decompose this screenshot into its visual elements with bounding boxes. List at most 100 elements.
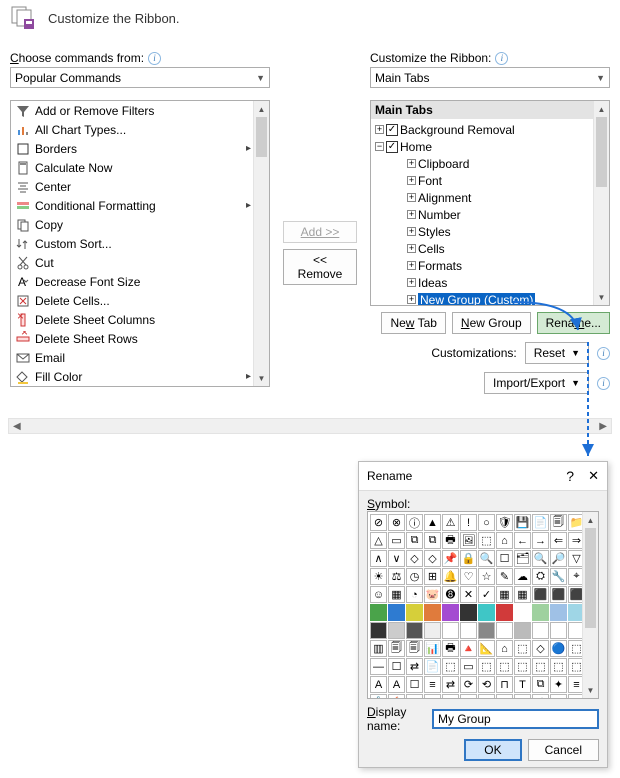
- symbol-cell[interactable]: 🔍: [478, 550, 495, 567]
- symbol-cell[interactable]: →: [532, 532, 549, 549]
- symbol-color-cell[interactable]: [460, 604, 477, 621]
- symbol-cell[interactable]: 🖼: [460, 532, 477, 549]
- symbol-cell[interactable]: 🖶: [442, 640, 459, 657]
- symbol-cell[interactable]: ∧: [370, 550, 387, 567]
- symbol-cell[interactable]: ◷: [406, 568, 423, 585]
- commands-listbox[interactable]: Add or Remove FiltersAll Chart Types...B…: [10, 100, 270, 387]
- rename-button[interactable]: Rename...: [537, 312, 610, 334]
- symbol-cell[interactable]: 🔺: [460, 640, 477, 657]
- tree-row[interactable]: +Formats: [375, 257, 605, 274]
- symbol-cell[interactable]: 🗐: [550, 514, 567, 531]
- symbol-cell[interactable]: ◇: [406, 694, 423, 699]
- symbol-cell[interactable]: ◇: [424, 550, 441, 567]
- symbol-cell[interactable]: ✕: [514, 694, 531, 699]
- ribbon-tree[interactable]: Main Tabs +✓Background Removal−✓Home+Cli…: [370, 100, 610, 306]
- symbol-cell[interactable]: [532, 622, 549, 639]
- symbol-cell[interactable]: [460, 622, 477, 639]
- symbol-cell[interactable]: ▭: [460, 658, 477, 675]
- list-item[interactable]: Copy: [11, 215, 253, 234]
- symbol-cell[interactable]: △: [370, 532, 387, 549]
- symbol-color-cell[interactable]: [478, 604, 495, 621]
- symbol-cell[interactable]: ⛭: [532, 568, 549, 585]
- symbol-cell[interactable]: [442, 622, 459, 639]
- remove-button[interactable]: << Remove: [283, 249, 357, 285]
- symbol-cell[interactable]: [478, 622, 495, 639]
- symbol-cell[interactable]: ✕: [460, 586, 477, 603]
- symbol-cell[interactable]: 📄: [532, 514, 549, 531]
- symbol-cell[interactable]: ✕: [496, 694, 513, 699]
- symbol-color-cell[interactable]: [406, 604, 423, 621]
- symbol-cell[interactable]: ⬚: [478, 532, 495, 549]
- symbol-cell[interactable]: 🦋: [532, 694, 549, 699]
- symbol-cell[interactable]: ⬚: [550, 658, 567, 675]
- symbol-cell[interactable]: [388, 622, 405, 639]
- symbol-cell[interactable]: ⓘ: [406, 514, 423, 531]
- symbol-color-cell[interactable]: [496, 604, 513, 621]
- scrollbar[interactable]: ▲ ▼: [582, 512, 598, 698]
- symbol-color-cell[interactable]: [370, 604, 387, 621]
- symbol-cell[interactable]: ➑: [442, 586, 459, 603]
- symbol-cell[interactable]: 🔔: [442, 568, 459, 585]
- symbol-cell[interactable]: 📌: [442, 550, 459, 567]
- symbol-cell[interactable]: ☐: [496, 550, 513, 567]
- scrollbar[interactable]: ▲ ▼: [593, 101, 609, 305]
- symbol-color-cell[interactable]: [388, 604, 405, 621]
- list-item[interactable]: ×Delete Sheet Rows: [11, 329, 253, 348]
- symbol-cell[interactable]: ∨: [388, 550, 405, 567]
- symbol-cell[interactable]: ⧉: [424, 532, 441, 549]
- scroll-up-icon[interactable]: ▲: [254, 101, 269, 117]
- symbol-cell[interactable]: ⚓: [370, 694, 387, 699]
- list-item[interactable]: Custom Sort...: [11, 234, 253, 253]
- symbol-cell[interactable]: ⚖: [388, 568, 405, 585]
- list-item[interactable]: Delete Cells...: [11, 291, 253, 310]
- scroll-down-icon[interactable]: ▼: [594, 289, 609, 305]
- tree-row[interactable]: +Alignment: [375, 189, 605, 206]
- symbol-cell[interactable]: !: [460, 514, 477, 531]
- list-item[interactable]: Center: [11, 177, 253, 196]
- tree-row[interactable]: +Number: [375, 206, 605, 223]
- symbol-cell[interactable]: —: [370, 658, 387, 675]
- symbol-cell[interactable]: ⬚: [514, 640, 531, 657]
- symbol-cell[interactable]: ☐: [388, 658, 405, 675]
- symbol-cell[interactable]: ○: [478, 514, 495, 531]
- symbol-cell[interactable]: ⬚: [514, 658, 531, 675]
- tree-row[interactable]: +✓Background Removal: [375, 121, 605, 138]
- scroll-thumb[interactable]: [256, 117, 267, 157]
- tree-row[interactable]: −✓Home: [375, 138, 605, 155]
- tree-row[interactable]: +Cells: [375, 240, 605, 257]
- info-icon[interactable]: i: [495, 52, 508, 65]
- close-button[interactable]: ✕: [588, 468, 599, 484]
- symbol-cell[interactable]: ☺: [370, 586, 387, 603]
- symbol-cell[interactable]: [550, 622, 567, 639]
- symbol-cell[interactable]: ✓: [478, 586, 495, 603]
- symbol-color-cell[interactable]: [442, 604, 459, 621]
- cancel-button[interactable]: Cancel: [528, 739, 599, 761]
- symbol-cell[interactable]: ⇄: [442, 676, 459, 693]
- list-item[interactable]: All Chart Types...: [11, 120, 253, 139]
- symbol-cell[interactable]: ▦: [496, 586, 513, 603]
- symbol-cell[interactable]: ▦: [388, 586, 405, 603]
- scroll-up-icon[interactable]: ▲: [594, 101, 609, 117]
- symbol-cell[interactable]: 🔧: [550, 568, 567, 585]
- symbol-cell[interactable]: 🔍: [532, 550, 549, 567]
- ribbon-scope-dropdown[interactable]: Main Tabs ▼: [370, 67, 610, 88]
- ok-button[interactable]: OK: [464, 739, 521, 761]
- symbol-cell[interactable]: ✦: [550, 676, 567, 693]
- symbol-cell[interactable]: ⬚: [532, 658, 549, 675]
- tree-row[interactable]: +New Group (Custom): [375, 291, 605, 306]
- symbol-cell[interactable]: A: [388, 676, 405, 693]
- symbol-cell[interactable]: ⬚: [496, 658, 513, 675]
- commands-source-dropdown[interactable]: Popular Commands ▼: [10, 67, 270, 88]
- symbol-cell[interactable]: ⊓: [496, 676, 513, 693]
- list-item[interactable]: Add or Remove Filters: [11, 101, 253, 120]
- symbol-cell[interactable]: ⌂: [496, 532, 513, 549]
- symbol-cell[interactable]: 🗐: [388, 640, 405, 657]
- symbol-cell[interactable]: 🐷: [424, 586, 441, 603]
- tree-row[interactable]: +Font: [375, 172, 605, 189]
- symbol-cell[interactable]: ▷: [460, 694, 477, 699]
- symbol-cell[interactable]: ⌂: [496, 640, 513, 657]
- new-tab-button[interactable]: New Tab: [381, 312, 445, 334]
- list-item[interactable]: Cut: [11, 253, 253, 272]
- symbol-cell[interactable]: 🗐: [406, 640, 423, 657]
- symbol-cell[interactable]: ☁: [514, 568, 531, 585]
